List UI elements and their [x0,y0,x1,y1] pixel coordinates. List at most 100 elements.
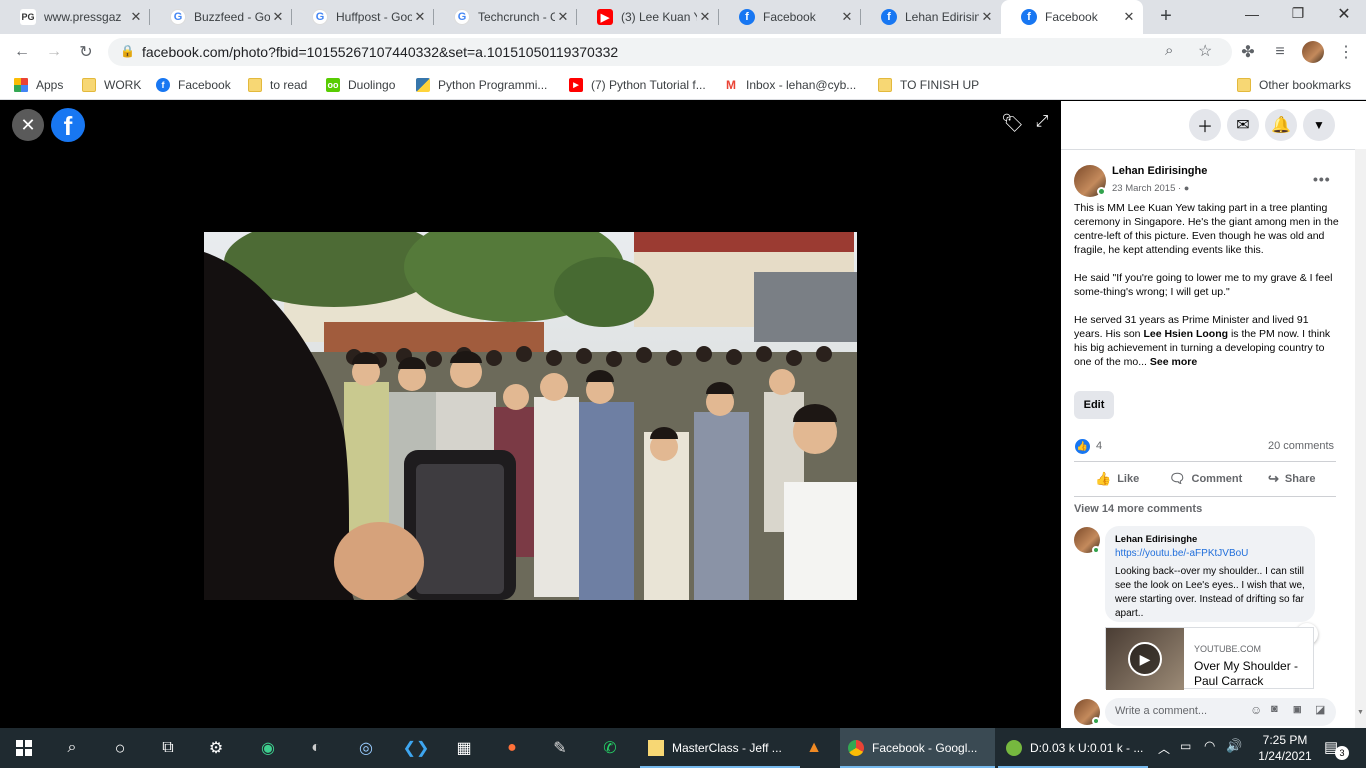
close-tab-icon[interactable]: ✕ [839,9,855,25]
bookmark-other-bookmarks[interactable]: Other bookmarks [1237,76,1351,94]
post-author-name[interactable]: Lehan Edirisinghe [1112,165,1207,177]
tab-title: Facebook [1045,10,1098,24]
folder-icon [1237,78,1251,92]
sticker-icon[interactable]: ◪ [1315,703,1325,716]
play-icon[interactable]: ▶ [1128,642,1162,676]
tab-facebook-active[interactable]: f Facebook ✕ [1001,0,1143,34]
create-plus-icon[interactable]: ＋ [1189,109,1221,141]
close-tab-icon[interactable]: ✕ [270,9,286,25]
volume-icon[interactable]: 🔊 [1226,738,1242,754]
bookmark-work[interactable]: WORK [82,76,141,94]
close-viewer-icon[interactable]: ✕ [12,109,44,141]
post-date[interactable]: 23 March 2015 · ● [1112,183,1189,194]
bookmark-to-finish-up[interactable]: TO FINISH UP [878,76,979,94]
cortana-icon[interactable]: ○ [106,734,134,762]
like-button[interactable]: 👍 Like [1095,471,1139,487]
close-window-icon[interactable]: ✕ [1332,4,1356,24]
edge-icon[interactable]: ◉ [254,734,282,762]
write-comment-input[interactable]: Write a comment... ☺ ◙ ▣ ◪ [1105,698,1336,726]
whatsapp-icon[interactable]: ✆ [596,734,624,762]
bookmark-duolingo[interactable]: oo Duolingo [326,76,395,94]
bookmark-python-programming[interactable]: Python Programmi... [416,76,547,94]
battery-icon[interactable]: ▭ [1180,739,1191,753]
comment-button[interactable]: 🗨 Comment [1169,471,1242,487]
wifi-icon[interactable]: ◠ [1204,738,1215,754]
forward-icon[interactable]: → [40,38,68,66]
vlc-icon[interactable]: ▲ [800,734,828,762]
edit-post-button[interactable]: Edit [1074,391,1114,419]
tab-lehan-profile[interactable]: f Lehan Edirising ✕ [861,0,1001,34]
zoom-search-icon[interactable]: ⌕ [1165,42,1173,59]
paint-icon[interactable]: ✎ [546,734,574,762]
tab-techcrunch[interactable]: G Techcrunch - G ✕ [434,0,577,34]
firefox-icon[interactable]: ● [498,734,526,762]
tag-icon[interactable]: 🏷 [1001,113,1024,135]
profile-avatar[interactable] [1302,41,1324,63]
share-button[interactable]: ↪ Share [1268,471,1315,487]
tray-chevron-up-icon[interactable]: ︿ [1158,740,1170,757]
comment-link[interactable]: https://youtu.be/-aFPKtJVBoU [1115,547,1305,561]
see-more-link[interactable]: See more [1150,356,1197,368]
utorrent-icon [1006,740,1022,756]
post-body: This is MM Lee Kuan Yew taking part in a… [1074,201,1339,383]
minimize-window-icon[interactable]: — [1240,6,1264,22]
search-icon[interactable]: ⌕ [58,734,86,762]
chrome-menu-icon[interactable]: ⋮ [1332,38,1360,66]
view-more-comments-link[interactable]: View 14 more comments [1074,503,1202,515]
facebook-logo-icon[interactable]: f [51,108,85,142]
bookmark-facebook[interactable]: f Facebook [156,76,231,94]
bookmark-apps[interactable]: Apps [14,76,63,94]
media-queue-icon[interactable]: ≡ [1266,38,1294,66]
notifications-bell-icon[interactable]: 🔔 [1265,109,1297,141]
reload-icon[interactable]: ↻ [72,38,100,66]
link-preview-card[interactable]: ▶ YOUTUBE.COM Over My Shoulder - Paul Ca… [1105,627,1314,690]
back-icon[interactable]: ← [8,38,36,66]
messenger-icon[interactable]: ✉ [1227,109,1259,141]
new-tab-button[interactable]: + [1154,5,1178,29]
close-tab-icon[interactable]: ✕ [412,9,428,25]
comment-author[interactable]: Lehan Edirisinghe [1115,533,1305,547]
extensions-puzzle-icon[interactable]: ✤ [1234,38,1262,66]
scroll-down-arrow-icon[interactable]: ▼ [1357,709,1364,716]
clock[interactable]: 7:25 PM 1/24/2021 [1252,732,1318,764]
bookmark-to-read[interactable]: to read [248,76,307,94]
tab-pressgazette[interactable]: PG www.pressgaz ✕ [0,0,150,34]
account-dropdown-icon[interactable]: ▼ [1303,109,1335,141]
taskbar-app-masterclass[interactable]: MasterClass - Jeff ... [640,728,800,768]
taskbar-app-utorrent[interactable]: D:0.03 k U:0.01 k - ... [998,728,1148,768]
bookmark-label: Facebook [178,78,231,92]
close-tab-icon[interactable]: ✕ [697,9,713,25]
task-view-icon[interactable]: ⧉ [154,734,182,762]
tab-facebook[interactable]: f Facebook ✕ [719,0,861,34]
bookmark-gmail-inbox[interactable]: M Inbox - lehan@cyb... [724,76,856,94]
eye-app-icon[interactable]: ◎ [352,734,380,762]
vscode-icon[interactable]: ❮❯ [402,734,430,762]
fullscreen-expand-icon[interactable]: ⤢ [1031,113,1053,135]
tab-youtube-lee-kuan-yew[interactable]: ▶ (3) Lee Kuan Y ✕ [577,0,719,34]
app-icon[interactable]: ◐ [302,734,330,762]
like-reaction-icon[interactable]: 👍 [1075,439,1090,454]
sidebar-scrollbar[interactable]: ▼ [1355,149,1366,728]
write-comment-placeholder: Write a comment... [1115,705,1208,717]
emoji-icon[interactable]: ☺ [1250,703,1262,717]
post-options-icon[interactable]: ••• [1313,171,1331,187]
taskbar-app-chrome-facebook[interactable]: Facebook - Googl... [840,728,995,768]
tab-buzzfeed[interactable]: G Buzzfeed - Go ✕ [150,0,292,34]
close-tab-icon[interactable]: ✕ [128,9,144,25]
windows-start-icon[interactable] [10,734,38,762]
bookmark-star-icon[interactable]: ☆ [1198,41,1212,61]
tab-huffpost[interactable]: G Huffpost - Goo ✕ [292,0,434,34]
camera-icon[interactable]: ◙ [1271,703,1278,715]
gif-icon[interactable]: ▣ [1293,704,1302,715]
steam-icon[interactable]: ⚙ [202,734,230,762]
url-text[interactable]: facebook.com/photo?fbid=1015526710744033… [142,44,618,60]
restore-window-icon[interactable]: ❐ [1286,5,1310,22]
close-tab-icon[interactable]: ✕ [1121,9,1137,25]
comment-count[interactable]: 20 comments [1268,440,1334,452]
reaction-count[interactable]: 4 [1096,440,1102,452]
bookmark-python-tutorial[interactable]: ▶ (7) Python Tutorial f... [569,76,706,94]
calculator-icon[interactable]: ▦ [450,734,478,762]
close-tab-icon[interactable]: ✕ [979,9,995,25]
address-bar[interactable]: 🔒 facebook.com/photo?fbid=10155267107440… [108,38,1232,66]
close-tab-icon[interactable]: ✕ [555,9,571,25]
